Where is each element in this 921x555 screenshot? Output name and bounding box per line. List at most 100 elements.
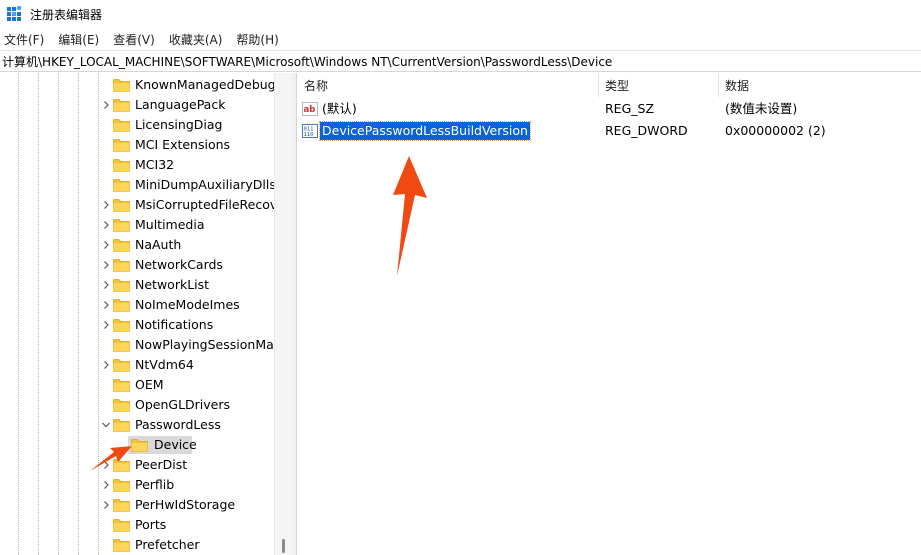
folder-icon (113, 118, 130, 132)
menu-favorites[interactable]: 收藏夹(A) (162, 31, 230, 48)
address-bar[interactable]: 计算机\HKEY_LOCAL_MACHINE\SOFTWARE\Microsof… (0, 50, 921, 72)
menu-help[interactable]: 帮助(H) (229, 31, 285, 48)
chevron-right-icon[interactable] (101, 260, 111, 270)
chevron-right-icon[interactable] (101, 100, 111, 110)
value-row[interactable]: ab (默认) REG_SZ (数值未设置) (298, 98, 921, 120)
chevron-right-icon[interactable] (101, 480, 111, 490)
column-header-type[interactable]: 类型 (605, 73, 629, 97)
column-header-data[interactable]: 数据 (725, 73, 749, 97)
chevron-right-icon[interactable] (101, 460, 111, 470)
dword-value-icon: 011 110 (302, 123, 318, 139)
tree-item[interactable]: Ports (0, 515, 274, 535)
registry-editor-icon (6, 5, 22, 22)
tree-item[interactable]: MCI Extensions (0, 135, 274, 155)
value-type: REG_DWORD (605, 123, 688, 138)
tree-item[interactable]: NtVdm64 (0, 355, 274, 375)
tree-item[interactable]: NetworkList (0, 275, 274, 295)
tree-item[interactable]: PasswordLess (0, 415, 274, 435)
tree-item-label: MCI Extensions (135, 137, 231, 152)
tree-item[interactable]: Perflib (0, 475, 274, 495)
tree-item[interactable]: LicensingDiag (0, 115, 274, 135)
tree-item-label: OpenGLDrivers (135, 397, 231, 412)
folder-icon (113, 78, 130, 92)
tree-item-label: PeerDist (135, 457, 188, 472)
folder-icon (113, 338, 130, 352)
menu-bar: 文件(F) 编辑(E) 查看(V) 收藏夹(A) 帮助(H) (0, 28, 921, 50)
tree-item[interactable]: MsiCorruptedFileRecovery (0, 195, 274, 215)
folder-icon (113, 158, 130, 172)
column-divider[interactable] (598, 73, 599, 97)
chevron-right-icon[interactable] (101, 320, 111, 330)
tree-item-label: LanguagePack (135, 97, 226, 112)
column-header-name[interactable]: 名称 (304, 73, 328, 97)
folder-icon (113, 258, 130, 272)
window-title: 注册表编辑器 (30, 7, 103, 22)
tree-item[interactable]: MiniDumpAuxiliaryDlls (0, 175, 274, 195)
chevron-down-icon[interactable] (101, 420, 111, 430)
folder-icon (113, 198, 130, 212)
tree-item[interactable]: PerHwIdStorage (0, 495, 274, 515)
menu-view[interactable]: 查看(V) (106, 31, 162, 48)
tree-item[interactable]: NowPlayingSessionManager (0, 335, 274, 355)
tree-item[interactable]: OEM (0, 375, 274, 395)
value-name: (默认) (322, 101, 357, 116)
folder-icon (113, 478, 130, 492)
chevron-right-icon[interactable] (101, 220, 111, 230)
folder-icon (113, 138, 130, 152)
menu-file[interactable]: 文件(F) (0, 31, 51, 48)
value-data: (数值未设置) (725, 101, 798, 116)
chevron-right-icon[interactable] (101, 300, 111, 310)
value-row-selected[interactable]: 011 110 DevicePasswordLessBuildVersion R… (298, 120, 921, 142)
chevron-right-icon[interactable] (101, 500, 111, 510)
tree-item-label: Device (154, 437, 197, 452)
tree-item[interactable]: PeerDist (0, 455, 274, 475)
pane-splitter[interactable] (292, 73, 297, 555)
tree-scrollbar-thumb[interactable] (282, 539, 285, 553)
chevron-right-icon[interactable] (101, 200, 111, 210)
folder-icon (113, 418, 130, 432)
tree-item-label: OEM (135, 377, 164, 392)
tree-item[interactable]: Prefetcher (0, 535, 274, 555)
tree-item-label: NetworkList (135, 277, 210, 292)
folder-icon (113, 298, 130, 312)
tree-item-label: MiniDumpAuxiliaryDlls (135, 177, 274, 192)
tree-item-label: Prefetcher (135, 537, 200, 552)
column-divider[interactable] (718, 73, 719, 97)
value-name: DevicePasswordLessBuildVersion (319, 121, 531, 141)
tree-scrollbar[interactable] (274, 73, 292, 555)
chevron-right-icon[interactable] (101, 280, 111, 290)
chevron-right-icon[interactable] (101, 240, 111, 250)
tree-item[interactable]: Notifications (0, 315, 274, 335)
folder-icon (113, 278, 130, 292)
chevron-right-icon[interactable] (101, 360, 111, 370)
tree-item[interactable]: LanguagePack (0, 95, 274, 115)
value-type: REG_SZ (605, 101, 655, 116)
tree-item-label: NtVdm64 (135, 357, 194, 372)
value-data: 0x00000002 (2) (725, 123, 826, 138)
tree-item-label: NetworkCards (135, 257, 223, 272)
tree-item[interactable]: NoImeModeImes (0, 295, 274, 315)
folder-icon (113, 238, 130, 252)
folder-icon (113, 178, 130, 192)
folder-icon (113, 218, 130, 232)
tree-item[interactable]: OpenGLDrivers (0, 395, 274, 415)
tree-item[interactable]: NaAuth (0, 235, 274, 255)
tree-item[interactable]: Device (0, 435, 274, 455)
tree-item[interactable]: MCI32 (0, 155, 274, 175)
string-value-icon: ab (302, 101, 318, 117)
tree-item-label: LicensingDiag (135, 117, 223, 132)
folder-icon (131, 438, 148, 452)
tree-item[interactable]: Multimedia (0, 215, 274, 235)
tree-item-label: KnownManagedDebuggingDlls (135, 77, 274, 92)
menu-edit[interactable]: 编辑(E) (51, 31, 106, 48)
folder-icon (113, 498, 130, 512)
tree-item[interactable]: KnownManagedDebuggingDlls (0, 75, 274, 95)
tree-item-label: MsiCorruptedFileRecovery (135, 197, 274, 212)
values-pane[interactable]: 名称 类型 数据 ab (默认) REG_SZ (数值未设置) 011 110 … (298, 73, 921, 555)
folder-icon (113, 378, 130, 392)
tree-item-label: NoImeModeImes (135, 297, 240, 312)
tree-item[interactable]: NetworkCards (0, 255, 274, 275)
key-tree[interactable]: KnownManagedDebuggingDlls LanguagePack Lic… (0, 73, 292, 555)
tree-item-label: MCI32 (135, 157, 175, 172)
folder-icon (113, 358, 130, 372)
